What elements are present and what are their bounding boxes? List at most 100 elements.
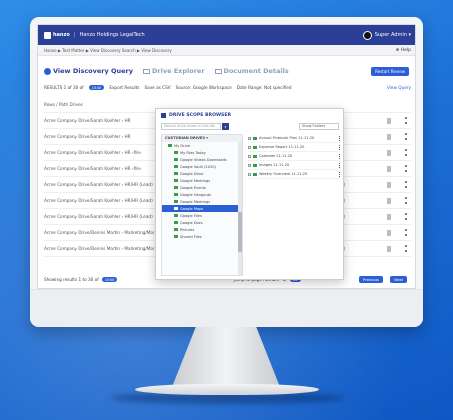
folder-icon xyxy=(253,163,257,167)
app-logo[interactable]: hanzo xyxy=(44,31,70,39)
folder-icon xyxy=(253,145,257,149)
more-icon[interactable] xyxy=(405,197,407,204)
file-icon xyxy=(387,165,391,172)
user-name: Super Admin ▾ xyxy=(374,32,411,38)
more-icon[interactable] xyxy=(405,229,407,236)
tree-node[interactable]: Google Meetings xyxy=(162,177,242,184)
tree-node[interactable]: Google Videos Downloads xyxy=(162,156,242,163)
file-name: Images 11.11.20 xyxy=(259,163,290,167)
more-icon[interactable] xyxy=(405,133,407,140)
tab-document-details[interactable]: Document Details xyxy=(214,67,289,75)
scrollbar-thumb[interactable] xyxy=(238,212,242,252)
folder-filter-select[interactable]: Show Folders xyxy=(299,123,339,130)
file-item[interactable]: Images 11.11.20 xyxy=(248,161,340,170)
more-icon[interactable] xyxy=(339,135,340,141)
row-path: Acme Company Drive/Sarah Koehler › HR ‹f… xyxy=(44,150,142,155)
search-icon[interactable]: ⌕ xyxy=(222,123,229,130)
more-icon[interactable] xyxy=(405,245,407,252)
folder-icon xyxy=(253,172,257,176)
row-path: Acme Company Drive/Sarah Koehler › HR/HR… xyxy=(44,182,153,187)
folder-icon xyxy=(174,151,178,154)
export-results-link[interactable]: Export Results xyxy=(109,85,139,90)
date-range-text: Date Range: Not specified xyxy=(236,84,292,90)
row-path: Acme Company Drive/Sarah Koehler › HR xyxy=(44,134,131,139)
tree-node[interactable]: Google Drive xyxy=(162,170,242,177)
list-icon xyxy=(143,68,150,74)
file-icon xyxy=(387,229,391,236)
tab-drive-explorer[interactable]: Drive Explorer xyxy=(143,67,205,75)
folder-icon xyxy=(174,214,178,217)
tree-node[interactable]: My Files Today xyxy=(162,149,242,156)
top-bar: hanzo | Hanzo Holdings LegalTech Super A… xyxy=(38,25,415,45)
file-item[interactable]: Weekly Overview 11.11.20 xyxy=(248,170,340,179)
previous-button[interactable]: Previous xyxy=(358,275,383,283)
more-icon[interactable] xyxy=(339,153,340,159)
summary-text: Showing results 1 to 30 of xyxy=(44,276,99,282)
more-icon[interactable] xyxy=(339,171,340,177)
more-icon[interactable] xyxy=(405,149,407,156)
restart-review-button[interactable]: Restart Review xyxy=(371,67,409,76)
tree-node[interactable]: Pictures xyxy=(162,226,242,233)
file-item[interactable]: Calendar 11.11.20 xyxy=(248,152,340,161)
next-button[interactable]: Next xyxy=(390,275,407,283)
tree-node[interactable]: Shared Files xyxy=(162,233,242,240)
divider: | xyxy=(73,32,76,38)
file-icon xyxy=(387,133,391,140)
file-icon xyxy=(387,213,391,220)
more-icon[interactable] xyxy=(405,165,407,172)
tree-scrollbar[interactable] xyxy=(238,142,242,275)
checkbox[interactable] xyxy=(248,136,251,140)
user-menu[interactable]: Super Admin ▾ xyxy=(362,30,411,40)
folder-icon xyxy=(174,207,178,210)
more-icon[interactable] xyxy=(405,117,407,124)
node-label: Google Drive xyxy=(180,171,204,176)
results-label: RESULTS 1 of 30 of xyxy=(44,84,84,90)
tree-node[interactable]: Google Files xyxy=(162,212,242,219)
tab-label: Drive Explorer xyxy=(152,67,205,75)
file-list: Annual Financial Plan 11.11.20 Expense R… xyxy=(248,134,340,179)
dialog-search-input[interactable]: Search drive items in this list xyxy=(161,123,221,130)
tree-node[interactable]: Google Vault (2020) xyxy=(162,163,242,170)
tab-view-discovery-query[interactable]: View Discovery Query xyxy=(44,67,133,75)
file-item[interactable]: Annual Financial Plan 11.11.20 xyxy=(248,134,340,143)
tree-node[interactable]: Google Events xyxy=(162,184,242,191)
node-label: Shared Files xyxy=(180,234,202,239)
more-icon[interactable] xyxy=(405,181,407,188)
file-name: Expense Report 11.11.20 xyxy=(259,145,305,149)
node-label: Google Files xyxy=(180,213,202,218)
monitor: hanzo | Hanzo Holdings LegalTech Super A… xyxy=(30,17,423,327)
breadcrumb-bar: Hanzo ▶ Test Matter ▶ View Discovery Sea… xyxy=(38,45,415,56)
drive-icon xyxy=(161,112,166,118)
help-label: Help xyxy=(400,47,411,53)
checkbox[interactable] xyxy=(248,163,251,167)
checkbox[interactable] xyxy=(248,154,251,158)
file-item[interactable]: Expense Report 11.11.20 xyxy=(248,143,340,152)
list-header-label: Rows / Path Drives xyxy=(44,102,83,107)
monitor-base xyxy=(135,384,319,395)
results-count-badge: 1540 xyxy=(88,84,105,90)
tree-node[interactable]: Google Meetings xyxy=(162,198,242,205)
help-link[interactable]: ⊛ Help xyxy=(396,48,411,53)
more-icon[interactable] xyxy=(405,213,407,220)
breadcrumb[interactable]: Hanzo ▶ Test Matter ▶ View Discovery Sea… xyxy=(44,48,172,53)
folder-icon xyxy=(174,221,178,224)
checkbox[interactable] xyxy=(248,145,251,149)
checkbox[interactable] xyxy=(248,172,251,176)
node-label: Google Hangouts xyxy=(180,192,212,197)
folder-icon xyxy=(174,235,178,238)
row-path: Acme Company Drive/Sarah Koehler › HR/HR… xyxy=(44,214,153,219)
more-icon[interactable] xyxy=(339,144,340,150)
check-circle-icon xyxy=(44,67,51,75)
tab-label: View Discovery Query xyxy=(53,67,133,75)
folder-icon xyxy=(168,144,172,147)
more-icon[interactable] xyxy=(339,162,340,168)
tree-node-selected[interactable]: Google Maps xyxy=(162,205,242,212)
tree-header[interactable]: CUSTODIAN DRIVES ▾ xyxy=(162,135,242,142)
tree-node[interactable]: Google Hangouts xyxy=(162,191,242,198)
tree-node[interactable]: Google Docs xyxy=(162,219,242,226)
node-label: Google Meetings xyxy=(180,178,211,183)
file-icon xyxy=(387,197,391,204)
view-query-link[interactable]: View Query xyxy=(387,85,411,90)
tree-node[interactable]: My Drive xyxy=(162,142,242,149)
save-csv-link[interactable]: Save as CSV xyxy=(144,85,170,90)
